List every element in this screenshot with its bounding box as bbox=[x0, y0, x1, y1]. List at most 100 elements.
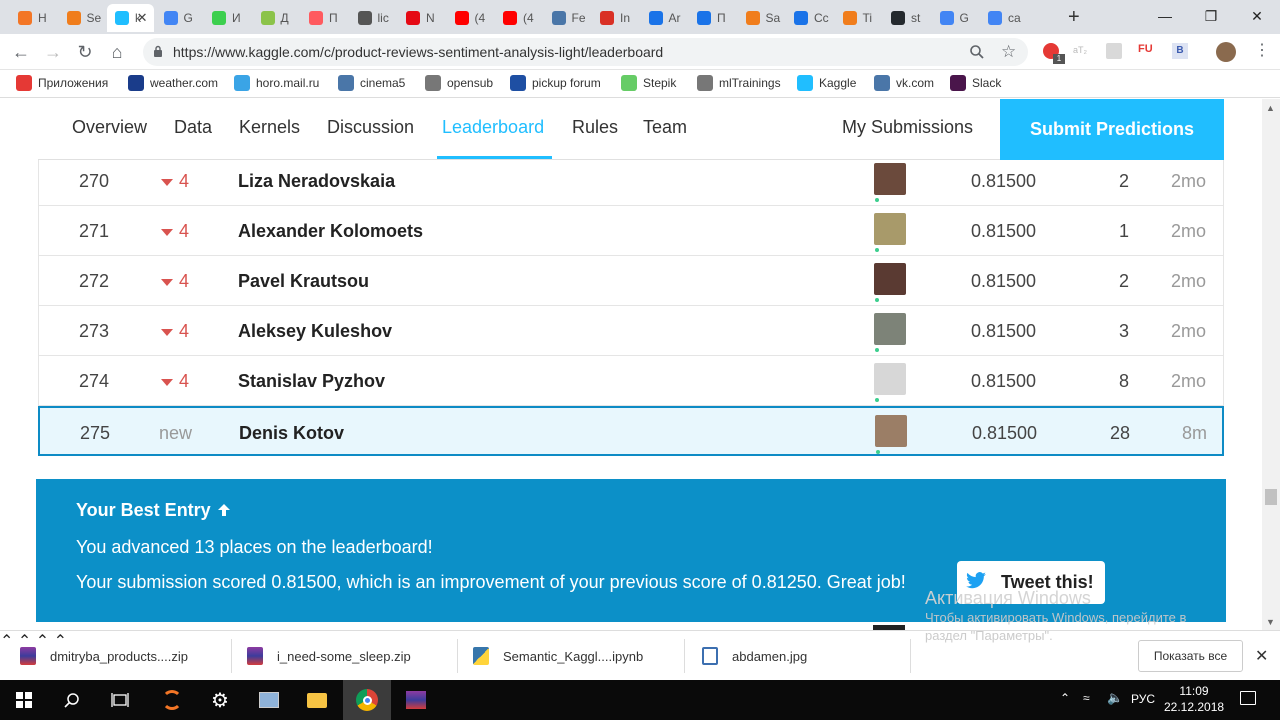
folder-icon[interactable] bbox=[293, 680, 341, 720]
jupyter-icon[interactable] bbox=[148, 680, 196, 720]
new-tab-button[interactable]: + bbox=[1068, 6, 1080, 29]
download-item[interactable]: Semantic_Kaggl....ipynb bbox=[473, 631, 643, 681]
browser-tab[interactable]: П bbox=[301, 4, 348, 32]
windows-start-icon[interactable] bbox=[0, 680, 48, 720]
download-item[interactable]: i_need-some_sleep.zip bbox=[247, 631, 411, 681]
bookmark-item[interactable]: cinema5 bbox=[338, 75, 405, 91]
winrar-app-icon[interactable] bbox=[392, 680, 440, 720]
extension-b-icon[interactable]: B bbox=[1172, 43, 1188, 59]
bookmark-item[interactable]: Kaggle bbox=[797, 75, 856, 91]
scrollbar-thumb[interactable] bbox=[1265, 489, 1277, 505]
notifications-icon[interactable] bbox=[1240, 691, 1256, 705]
tab-leaderboard[interactable]: Leaderboard bbox=[442, 117, 544, 138]
tab-overview[interactable]: Overview bbox=[72, 117, 147, 138]
extension-fu-icon[interactable]: FU bbox=[1138, 43, 1153, 55]
team-name[interactable]: Pavel Krautsou bbox=[238, 271, 369, 292]
browser-tab[interactable]: Ar bbox=[641, 4, 688, 32]
browser-tab[interactable]: Se bbox=[59, 4, 106, 32]
browser-tab[interactable]: Sa bbox=[738, 4, 785, 32]
forward-button[interactable]: → bbox=[40, 40, 66, 64]
tweet-button[interactable]: Tweet this! bbox=[957, 561, 1105, 604]
leaderboard-row[interactable]: 275 new Denis Kotov 0.81500 28 8m bbox=[38, 406, 1224, 456]
window-maximize-button[interactable]: ❐ bbox=[1188, 4, 1234, 28]
submit-predictions-button[interactable]: Submit Predictions bbox=[1000, 99, 1224, 160]
team-avatar[interactable] bbox=[874, 163, 906, 195]
zoom-icon[interactable] bbox=[969, 44, 985, 60]
page-scrollbar[interactable]: ▲ ▼ bbox=[1262, 99, 1280, 630]
bookmark-item[interactable]: vk.com bbox=[874, 75, 934, 91]
profile-avatar[interactable] bbox=[1216, 42, 1236, 62]
tray-expand-icon[interactable]: ⌃ bbox=[1060, 691, 1070, 705]
leaderboard-row[interactable]: 272 4 Pavel Krautsou 0.81500 2 2mo bbox=[38, 256, 1224, 306]
team-name[interactable]: Alexander Kolomoets bbox=[238, 221, 423, 242]
bookmark-item[interactable]: horo.mail.ru bbox=[234, 75, 319, 91]
team-avatar[interactable] bbox=[875, 415, 907, 447]
bookmark-item[interactable]: Приложения bbox=[16, 75, 108, 91]
team-name[interactable]: Aleksey Kuleshov bbox=[238, 321, 392, 342]
browser-tab[interactable]: In bbox=[592, 4, 639, 32]
leaderboard-row[interactable]: 270 4 Liza Neradovskaia 0.81500 2 2mo bbox=[38, 156, 1224, 206]
network-icon[interactable]: ≈ bbox=[1083, 691, 1090, 705]
browser-tab[interactable]: lic bbox=[350, 4, 397, 32]
browser-tab[interactable]: П bbox=[689, 4, 736, 32]
home-button[interactable]: ⌂ bbox=[104, 40, 130, 64]
close-icon[interactable]: ✕ bbox=[1255, 646, 1268, 666]
bookmark-item[interactable]: opensub bbox=[425, 75, 493, 91]
task-view-icon[interactable] bbox=[96, 680, 144, 720]
chrome-icon[interactable] bbox=[343, 680, 391, 720]
download-item[interactable]: abdamen.jpg bbox=[702, 631, 807, 681]
leaderboard-row[interactable]: 273 4 Aleksey Kuleshov 0.81500 3 2mo bbox=[38, 306, 1224, 356]
team-avatar[interactable] bbox=[874, 263, 906, 295]
chevron-up-icon[interactable]: ⌃ bbox=[0, 633, 13, 650]
leaderboard-row[interactable]: 274 4 Stanislav Pyzhov 0.81500 8 2mo bbox=[38, 356, 1224, 406]
reload-button[interactable]: ↻ bbox=[72, 40, 98, 64]
browser-tab[interactable]: k ✕ bbox=[107, 4, 154, 32]
bookmark-item[interactable]: Slack bbox=[950, 75, 1001, 91]
clock[interactable]: 11:09 22.12.2018 bbox=[1164, 683, 1224, 715]
window-close-button[interactable]: ✕ bbox=[1234, 4, 1280, 28]
menu-kebab-icon[interactable]: ⋮ bbox=[1254, 40, 1270, 60]
team-avatar[interactable] bbox=[874, 313, 906, 345]
show-all-downloads-button[interactable]: Показать все bbox=[1138, 640, 1243, 672]
bookmark-item[interactable]: mlTrainings bbox=[697, 75, 781, 91]
browser-tab[interactable]: Cc bbox=[786, 4, 833, 32]
my-submissions-link[interactable]: My Submissions bbox=[842, 117, 973, 138]
scroll-down-arrow-icon[interactable]: ▼ bbox=[1266, 617, 1275, 627]
browser-tab[interactable]: ca bbox=[980, 4, 1027, 32]
bookmark-item[interactable]: weather.com bbox=[128, 75, 218, 91]
tab-discussion[interactable]: Discussion bbox=[327, 117, 414, 138]
search-icon[interactable] bbox=[48, 680, 96, 720]
team-name[interactable]: Liza Neradovskaia bbox=[238, 171, 395, 192]
tab-data[interactable]: Data bbox=[174, 117, 212, 138]
browser-tab[interactable]: (4 bbox=[447, 4, 494, 32]
bookmark-item[interactable]: pickup forum bbox=[510, 75, 601, 91]
browser-tab[interactable]: Д bbox=[253, 4, 300, 32]
team-avatar[interactable] bbox=[874, 363, 906, 395]
team-name[interactable]: Stanislav Pyzhov bbox=[238, 371, 385, 392]
window-minimize-button[interactable]: — bbox=[1142, 4, 1188, 28]
bookmark-item[interactable]: Stepik bbox=[621, 75, 676, 91]
team-avatar[interactable] bbox=[874, 213, 906, 245]
back-button[interactable]: ← bbox=[8, 40, 34, 64]
team-name[interactable]: Denis Kotov bbox=[239, 423, 344, 444]
browser-tab[interactable]: st bbox=[883, 4, 930, 32]
download-item[interactable]: dmitryba_products....zip bbox=[20, 631, 188, 681]
language-indicator[interactable]: РУС bbox=[1131, 692, 1155, 706]
scroll-up-arrow-icon[interactable]: ▲ bbox=[1266, 103, 1275, 113]
volume-icon[interactable]: 🔈 bbox=[1107, 690, 1123, 706]
browser-tab[interactable]: Fe bbox=[544, 4, 591, 32]
browser-tab[interactable]: (4 bbox=[495, 4, 542, 32]
settings-gear-icon[interactable]: ⚙ bbox=[196, 680, 244, 720]
browser-tab[interactable]: Ti bbox=[835, 4, 882, 32]
tab-team[interactable]: Team bbox=[643, 117, 687, 138]
browser-tab[interactable]: G bbox=[932, 4, 979, 32]
close-tab-icon[interactable]: ✕ bbox=[137, 10, 148, 26]
leaderboard-row[interactable]: 271 4 Alexander Kolomoets 0.81500 1 2mo bbox=[38, 206, 1224, 256]
tab-rules[interactable]: Rules bbox=[572, 117, 618, 138]
browser-tab[interactable]: Н bbox=[10, 4, 57, 32]
bookmark-star-icon[interactable]: ☆ bbox=[1001, 42, 1016, 62]
explorer-app-icon[interactable] bbox=[245, 680, 293, 720]
browser-tab[interactable]: И bbox=[204, 4, 251, 32]
extension-translate-icon[interactable]: аТ₂ bbox=[1073, 45, 1087, 55]
omnibox[interactable]: https://www.kaggle.com/c/product-reviews… bbox=[143, 38, 1028, 66]
